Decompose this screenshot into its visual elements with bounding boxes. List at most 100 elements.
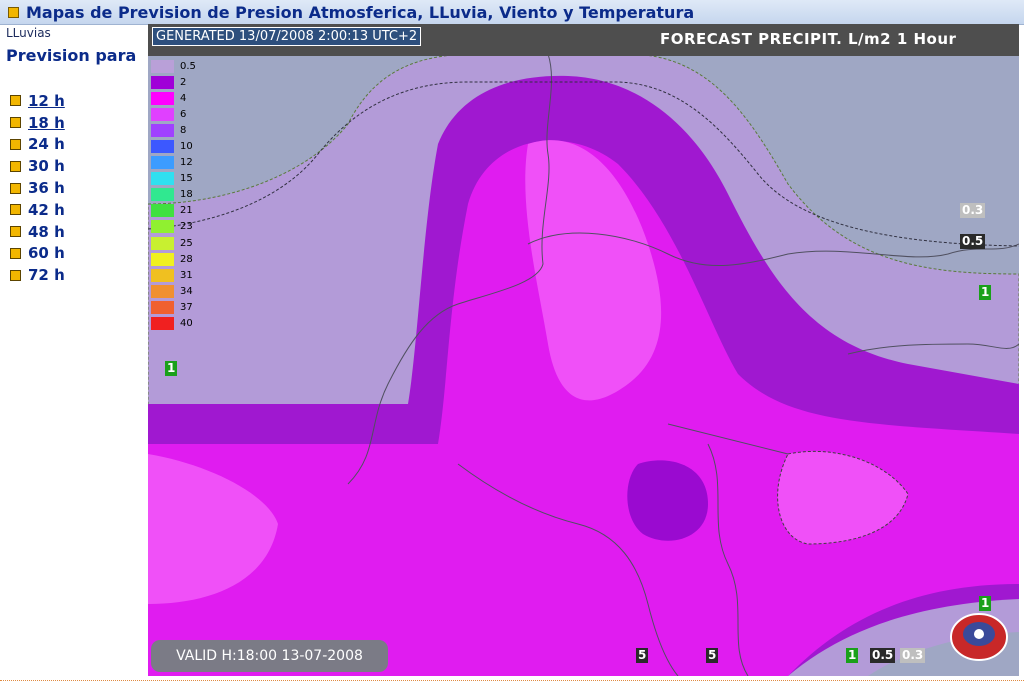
legend-item: 0.5 — [148, 58, 202, 74]
hour-link-48[interactable]: 48 h — [28, 223, 65, 241]
contour-label: 0.3 — [900, 648, 926, 663]
legend-swatch — [151, 140, 174, 154]
sidebar: LLuvias Prevision para 12 h 18 h 24 h 30… — [0, 24, 148, 687]
forecast-title: FORECAST PRECIPIT. L/m2 1 Hour — [660, 30, 957, 48]
legend-label: 40 — [180, 318, 193, 330]
legend-item: 34 — [148, 283, 202, 299]
legend-label: 21 — [180, 205, 193, 217]
legend-swatch — [151, 156, 174, 170]
bullet-icon — [8, 7, 19, 18]
hour-link-72[interactable]: 72 h — [28, 266, 65, 284]
legend-label: 0.5 — [180, 60, 196, 72]
hour-item[interactable]: 12 h — [10, 90, 65, 112]
legend-swatch — [151, 317, 174, 331]
color-legend: 0.5 2 4 6 8 10 12 15 18 21 23 25 28 31 3… — [148, 58, 202, 332]
contour-label: 1 — [165, 361, 178, 376]
hour-link-30[interactable]: 30 h — [28, 157, 65, 175]
legend-item: 37 — [148, 299, 202, 315]
bullet-icon — [10, 160, 21, 172]
legend-swatch — [151, 204, 174, 218]
legend-swatch — [151, 91, 174, 105]
bullet-icon — [10, 182, 21, 194]
legend-item: 28 — [148, 251, 202, 267]
valid-time-label: VALID H:18:00 13-07-2008 — [151, 640, 388, 672]
bullet-icon — [10, 226, 21, 238]
legend-swatch — [151, 59, 174, 73]
forecast-map: GENERATED 13/07/2008 2:00:13 UTC+2 FOREC… — [148, 24, 1019, 676]
hour-item[interactable]: 36 h — [10, 177, 65, 199]
hour-item[interactable]: 18 h — [10, 112, 65, 134]
precipitation-map-image — [148, 24, 1019, 676]
legend-item: 10 — [148, 138, 202, 154]
bullet-icon — [10, 204, 21, 216]
legend-label: 15 — [180, 173, 193, 185]
legend-swatch — [151, 236, 174, 250]
legend-label: 31 — [180, 269, 193, 281]
legend-label: 2 — [180, 76, 187, 88]
title-bar: Mapas de Prevision de Presion Atmosferic… — [0, 0, 1024, 25]
hour-link-42[interactable]: 42 h — [28, 201, 65, 219]
forecast-hour-list: 12 h 18 h 24 h 30 h 36 h 42 h 48 h 60 h … — [10, 90, 65, 286]
contour-label: 1 — [979, 596, 992, 611]
hour-link-12[interactable]: 12 h — [28, 92, 65, 110]
contour-label: 5 — [636, 648, 649, 663]
legend-swatch — [151, 220, 174, 234]
legend-item: 25 — [148, 235, 202, 251]
bullet-icon — [10, 269, 21, 281]
legend-item: 15 — [148, 171, 202, 187]
legend-label: 28 — [180, 253, 193, 265]
hour-link-24[interactable]: 24 h — [28, 135, 65, 153]
contour-label: 0.5 — [960, 234, 986, 249]
legend-swatch — [151, 300, 174, 314]
hour-item[interactable]: 24 h — [10, 134, 65, 156]
hour-item[interactable]: 42 h — [10, 199, 65, 221]
legend-label: 37 — [180, 301, 193, 313]
legend-swatch — [151, 252, 174, 266]
legend-item: 2 — [148, 74, 202, 90]
hour-item[interactable]: 30 h — [10, 155, 65, 177]
bullet-icon — [10, 95, 21, 107]
bullet-icon — [10, 247, 21, 259]
bullet-icon — [10, 138, 21, 150]
footer-divider — [0, 680, 1024, 682]
hour-item[interactable]: 60 h — [10, 243, 65, 265]
legend-label: 23 — [180, 221, 193, 233]
legend-swatch — [151, 172, 174, 186]
legend-swatch — [151, 268, 174, 282]
legend-item: 21 — [148, 203, 202, 219]
legend-label: 6 — [180, 108, 187, 120]
contour-label: 0.3 — [960, 203, 986, 218]
legend-swatch — [151, 188, 174, 202]
contour-label: 0.5 — [870, 648, 896, 663]
legend-label: 18 — [180, 189, 193, 201]
legend-label: 10 — [180, 141, 193, 153]
legend-label: 12 — [180, 157, 193, 169]
legend-label: 8 — [180, 124, 187, 136]
legend-item: 40 — [148, 316, 202, 332]
legend-item: 8 — [148, 122, 202, 138]
legend-swatch — [151, 75, 174, 89]
hour-link-18[interactable]: 18 h — [28, 114, 65, 132]
legend-swatch — [151, 123, 174, 137]
legend-swatch — [151, 107, 174, 121]
legend-item: 12 — [148, 155, 202, 171]
contour-label: 1 — [846, 648, 859, 663]
breadcrumb: LLuvias — [6, 26, 51, 40]
hour-item[interactable]: 48 h — [10, 221, 65, 243]
sidebar-title: Prevision para — [6, 46, 137, 65]
legend-item: 6 — [148, 106, 202, 122]
hour-link-36[interactable]: 36 h — [28, 179, 65, 197]
weather-logo-icon — [948, 612, 1010, 662]
legend-swatch — [151, 284, 174, 298]
generated-timestamp: GENERATED 13/07/2008 2:00:13 UTC+2 — [152, 27, 422, 46]
legend-label: 34 — [180, 285, 193, 297]
hour-item[interactable]: 72 h — [10, 264, 65, 286]
bullet-icon — [10, 117, 21, 129]
legend-item: 23 — [148, 219, 202, 235]
hour-link-60[interactable]: 60 h — [28, 244, 65, 262]
page-title: Mapas de Prevision de Presion Atmosferic… — [26, 3, 695, 22]
contour-label: 1 — [979, 285, 992, 300]
legend-item: 18 — [148, 187, 202, 203]
contour-label: 5 — [706, 648, 719, 663]
legend-item: 31 — [148, 267, 202, 283]
